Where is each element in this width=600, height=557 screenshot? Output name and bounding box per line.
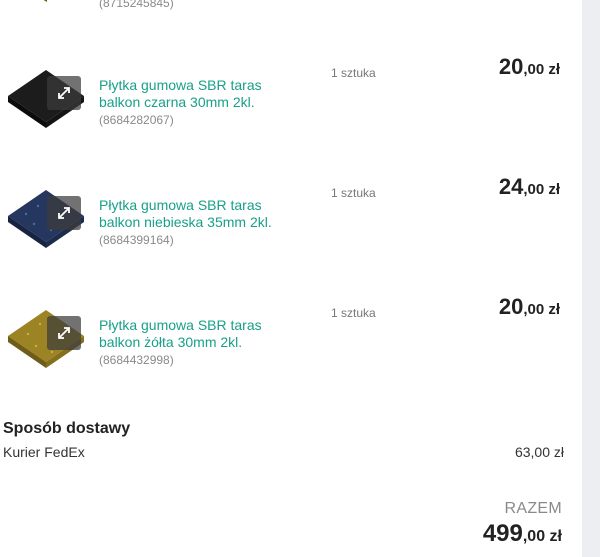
total-value: 499,00 zł	[483, 520, 562, 548]
product-thumbnail[interactable]	[6, 190, 86, 252]
product-thumbnail[interactable]	[6, 70, 86, 132]
product-price: 24,00 zł	[499, 174, 560, 200]
scrollbar-track[interactable]	[582, 0, 600, 557]
total-label: RAZEM	[504, 500, 562, 517]
cart-summary: (8715245845) Płytka gumowa SBR taras bal…	[0, 0, 582, 557]
product-name-line: balkon niebieska 35mm 2kl.	[99, 214, 272, 230]
product-quantity: 1 sztuka	[331, 306, 376, 320]
price-main: 20	[498, 54, 524, 79]
product-price: 20,00 zł	[499, 294, 560, 320]
product-name-link[interactable]: Płytka gumowa SBR taras balkon żółta 30m…	[99, 317, 309, 351]
cart-item: Płytka gumowa SBR taras balkon niebieska…	[0, 174, 582, 300]
zoom-button[interactable]	[47, 76, 81, 110]
product-name-link[interactable]: Płytka gumowa SBR taras balkon czarna 30…	[99, 77, 309, 111]
price-fraction: ,00 zł	[523, 181, 560, 198]
total-main: 499	[482, 520, 523, 547]
delivery-section-title: Sposób dostawy	[3, 420, 131, 437]
expand-icon	[56, 325, 72, 341]
price-fraction: ,00 zł	[523, 61, 560, 78]
delivery-method: Kurier FedEx	[3, 444, 85, 460]
total-fraction: ,00 zł	[522, 528, 562, 545]
product-name-link[interactable]: Płytka gumowa SBR taras balkon niebieska…	[99, 197, 309, 231]
price-fraction: ,00 zł	[523, 301, 560, 318]
zoom-button[interactable]	[47, 316, 81, 350]
product-quantity: 1 sztuka	[331, 186, 376, 200]
cart-item: Płytka gumowa SBR taras balkon czarna 30…	[0, 54, 582, 180]
product-thumbnail[interactable]	[6, 310, 86, 372]
product-name-line: balkon czarna 30mm 2kl.	[99, 94, 255, 110]
product-sku: (8684282067)	[99, 113, 174, 127]
product-sku: (8684432998)	[99, 353, 174, 367]
product-name-line: Płytka gumowa SBR taras	[99, 197, 262, 213]
price-main: 24	[498, 174, 524, 199]
product-sku: (8684399164)	[99, 233, 174, 247]
product-name-line: Płytka gumowa SBR taras	[99, 77, 262, 93]
price-main: 20	[498, 294, 524, 319]
product-thumbnail-previous[interactable]	[28, 0, 66, 6]
zoom-button[interactable]	[47, 196, 81, 230]
delivery-price: 63,00 zł	[514, 444, 564, 460]
product-quantity: 1 sztuka	[331, 66, 376, 80]
expand-icon	[56, 85, 72, 101]
expand-icon	[56, 205, 72, 221]
product-name-line: balkon żółta 30mm 2kl.	[99, 334, 243, 350]
cart-item: Płytka gumowa SBR taras balkon żółta 30m…	[0, 294, 582, 420]
product-sku-previous: (8715245845)	[99, 0, 174, 10]
product-name-line: Płytka gumowa SBR taras	[99, 317, 262, 333]
product-price: 20,00 zł	[499, 54, 560, 80]
